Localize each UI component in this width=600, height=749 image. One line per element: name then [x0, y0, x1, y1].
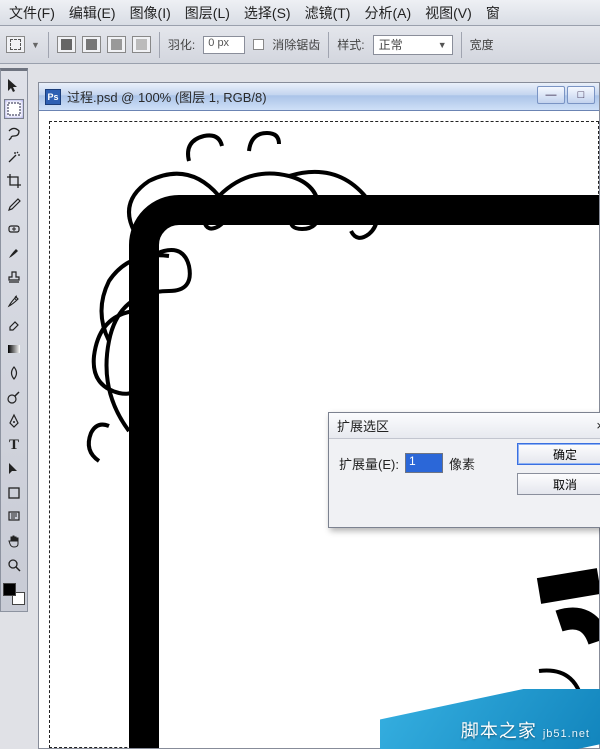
blur-tool-icon[interactable] — [4, 363, 24, 383]
menu-window[interactable]: 窗 — [479, 3, 507, 23]
antialias-label: 消除锯齿 — [272, 36, 320, 53]
menu-bar: 文件(F) 编辑(E) 图像(I) 图层(L) 选择(S) 滤镜(T) 分析(A… — [0, 0, 600, 26]
menu-select[interactable]: 选择(S) — [237, 3, 298, 23]
gradient-tool-icon[interactable] — [4, 339, 24, 359]
expand-amount-input[interactable]: 1 — [405, 453, 443, 473]
healing-tool-icon[interactable] — [4, 219, 24, 239]
menu-analyze[interactable]: 分析(A) — [357, 3, 418, 23]
menu-filter[interactable]: 滤镜(T) — [298, 3, 358, 23]
selection-mode-group — [57, 36, 151, 53]
photoshop-doc-icon: Ps — [45, 89, 61, 105]
hand-tool-icon[interactable] — [4, 531, 24, 551]
menu-image[interactable]: 图像(I) — [123, 3, 178, 23]
width-label: 宽度 — [470, 36, 494, 53]
move-tool-icon[interactable] — [4, 75, 24, 95]
document-title: 过程.psd @ 100% (图层 1, RGB/8) — [67, 87, 267, 106]
toolbox: T — [0, 68, 28, 612]
unit-label: 像素 — [449, 454, 475, 473]
pen-tool-icon[interactable] — [4, 411, 24, 431]
chevron-down-icon: ▼ — [438, 40, 447, 50]
watermark: 脚本之家 jb51.net — [380, 689, 600, 749]
menu-layer[interactable]: 图层(L) — [178, 3, 237, 23]
marquee-tool-icon[interactable] — [4, 99, 24, 119]
feather-label: 羽化: — [168, 36, 195, 53]
stamp-tool-icon[interactable] — [4, 267, 24, 287]
app-body: T Ps 过程.psd @ 100% (图层 1, RGB/8) — □ — [0, 64, 600, 749]
type-tool-icon[interactable]: T — [4, 435, 24, 455]
selection-new-icon[interactable] — [57, 36, 76, 53]
expand-label: 扩展量(E): — [339, 454, 399, 473]
cancel-button[interactable]: 取消 — [517, 473, 600, 495]
style-value: 正常 — [379, 36, 403, 53]
eraser-tool-icon[interactable] — [4, 315, 24, 335]
dodge-tool-icon[interactable] — [4, 387, 24, 407]
divider — [328, 32, 329, 58]
notes-tool-icon[interactable] — [4, 507, 24, 527]
menu-view[interactable]: 视图(V) — [418, 3, 479, 23]
selection-subtract-icon[interactable] — [107, 36, 126, 53]
antialias-checkbox[interactable] — [253, 39, 264, 50]
zoom-tool-icon[interactable] — [4, 555, 24, 575]
expand-selection-dialog: 扩展选区 × 扩展量(E): 1 像素 确定 取消 — [328, 412, 600, 528]
crop-tool-icon[interactable] — [4, 171, 24, 191]
watermark-name: 脚本之家 — [461, 717, 537, 743]
minimize-button[interactable]: — — [537, 86, 565, 104]
feather-input[interactable]: 0 px — [203, 36, 245, 54]
selection-intersect-icon[interactable] — [132, 36, 151, 53]
ok-button[interactable]: 确定 — [517, 443, 600, 465]
eyedropper-tool-icon[interactable] — [4, 195, 24, 215]
divider — [159, 32, 160, 58]
menu-edit[interactable]: 编辑(E) — [62, 3, 123, 23]
dialog-title-text: 扩展选区 — [337, 416, 389, 435]
menu-file[interactable]: 文件(F) — [2, 3, 62, 23]
document-titlebar[interactable]: Ps 过程.psd @ 100% (图层 1, RGB/8) — □ — [39, 83, 599, 111]
selection-add-icon[interactable] — [82, 36, 101, 53]
dropdown-arrow-icon[interactable]: ▼ — [31, 40, 40, 50]
close-icon[interactable]: × — [596, 418, 600, 433]
maximize-button[interactable]: □ — [567, 86, 595, 104]
foreground-color-swatch[interactable] — [3, 583, 16, 596]
watermark-url: jb51.net — [543, 728, 590, 740]
path-select-tool-icon[interactable] — [4, 459, 24, 479]
color-swatch-icon[interactable] — [3, 583, 25, 605]
style-dropdown[interactable]: 正常 ▼ — [373, 35, 453, 55]
wand-tool-icon[interactable] — [4, 147, 24, 167]
options-bar: ▼ 羽化: 0 px 消除锯齿 样式: 正常 ▼ 宽度 — [0, 26, 600, 64]
divider — [48, 32, 49, 58]
divider — [461, 32, 462, 58]
dialog-titlebar[interactable]: 扩展选区 × — [329, 413, 600, 439]
marquee-tool-icon[interactable] — [6, 36, 25, 53]
history-brush-tool-icon[interactable] — [4, 291, 24, 311]
style-label: 样式: — [337, 36, 364, 53]
shape-tool-icon[interactable] — [4, 483, 24, 503]
lasso-tool-icon[interactable] — [4, 123, 24, 143]
brush-tool-icon[interactable] — [4, 243, 24, 263]
